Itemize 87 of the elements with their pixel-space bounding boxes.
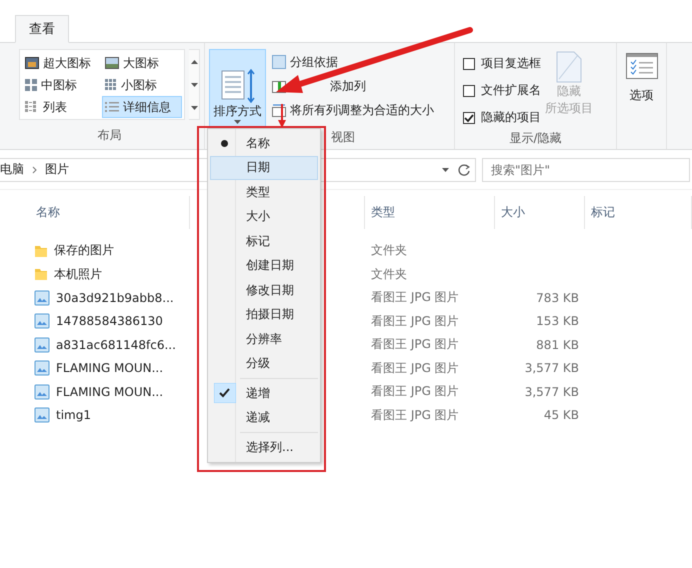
document-icon	[556, 51, 582, 83]
menu-item[interactable]: 递减	[210, 406, 318, 430]
menu-item[interactable]: 修改日期	[210, 278, 318, 302]
folder-icon	[34, 267, 48, 282]
menu-item[interactable]: 创建日期	[210, 254, 318, 278]
type-cell-text: 看图王 JPG 图片	[370, 289, 460, 306]
type-cell-text: 看图王 JPG 图片	[370, 406, 460, 424]
checkbox[interactable]	[463, 112, 475, 124]
caret-icon	[234, 120, 241, 124]
menu-item[interactable]: 日期	[210, 156, 318, 180]
size-cell-text: 3,577 KB	[524, 384, 580, 399]
file-name[interactable]: 14788584386130	[30, 313, 190, 330]
image-file-icon	[34, 360, 50, 376]
group-label: 布局	[96, 127, 122, 144]
image-file-icon	[34, 384, 50, 400]
size-cell-text: 783 KB	[535, 290, 580, 305]
scroll-down-icon	[190, 82, 198, 86]
type-cell-text: 看图王 JPG 图片	[370, 360, 460, 377]
dropdown-icon	[442, 168, 449, 172]
checkbox[interactable]	[463, 58, 475, 70]
expand-icon	[190, 106, 198, 110]
image-file-icon	[34, 313, 50, 330]
type-cell-text: 文件夹	[370, 266, 408, 283]
file-name[interactable]: FLAMING MOUN...	[30, 384, 190, 400]
menu-item[interactable]: 大小	[210, 204, 318, 229]
image-file-icon	[34, 290, 50, 306]
layout-option[interactable]: 中图标	[22, 74, 102, 96]
group-icon	[272, 55, 286, 69]
refresh-icon[interactable]	[457, 162, 471, 176]
checkbox[interactable]	[463, 84, 475, 96]
column-header[interactable]: 类型	[365, 196, 495, 229]
small-grid-icon	[105, 79, 117, 91]
column-header[interactable]: 名称	[30, 196, 190, 229]
file-name[interactable]: FLAMING MOUN...	[30, 360, 190, 376]
scroll-up-icon	[190, 60, 198, 64]
checkbox-label: 项目复选框	[481, 55, 541, 72]
view-option[interactable]: 将所有列调整为合适的大小	[272, 99, 434, 121]
menu-item[interactable]: 类型	[210, 180, 318, 204]
menu-item[interactable]: 标记	[210, 229, 318, 254]
layout-option[interactable]: 小图标	[102, 74, 182, 96]
layout-option[interactable]: 详细信息	[102, 96, 182, 118]
column-header[interactable]: 大小	[495, 196, 585, 229]
size-cell-text: 881 KB	[535, 338, 580, 352]
folder-icon	[34, 244, 48, 258]
checkbox-label: 文件扩展名	[481, 82, 541, 99]
layout-option[interactable]: 超大图标	[22, 52, 102, 74]
type-cell-text: 看图王 JPG 图片	[370, 336, 460, 354]
layout-option[interactable]: 列表	[22, 96, 102, 118]
down-arrow	[278, 104, 286, 128]
size-cell-text: 153 KB	[535, 314, 580, 328]
details-icon	[105, 101, 119, 113]
landscape-icon	[105, 57, 119, 69]
gallery-scroll[interactable]	[189, 49, 200, 120]
file-name[interactable]: timg1	[30, 407, 190, 424]
size-cell-text: 3,577 KB	[524, 361, 580, 376]
list-icon	[25, 101, 39, 113]
sort-button[interactable]: 排序方式	[209, 49, 266, 129]
menu-item[interactable]: 名称	[210, 131, 318, 156]
file-name[interactable]: 30a3d921b9abb8...	[30, 290, 190, 306]
chevron-icon	[32, 166, 37, 174]
type-cell-text: 文件夹	[370, 242, 408, 260]
group-label: 视图	[331, 129, 355, 146]
image-file-icon	[34, 407, 50, 424]
group-label: 显示/隐藏	[508, 130, 563, 147]
menu-item[interactable]: 选择列...	[210, 435, 318, 460]
file-name[interactable]: a831ac681148fc6...	[30, 336, 190, 353]
size-cell-text: 45 KB	[542, 408, 580, 422]
sort-icon	[220, 69, 256, 103]
checkbox-label: 隐藏的项目	[481, 109, 541, 126]
photo-icon	[25, 57, 39, 69]
view-option[interactable]: 分组依据	[272, 51, 434, 73]
menu-item[interactable]: 分辨率	[210, 327, 318, 352]
menu-item[interactable]: 递增	[210, 381, 318, 406]
column-header[interactable]: 标记	[585, 196, 692, 229]
search-field[interactable]: 搜索"图片"	[482, 158, 690, 182]
options-button[interactable]: 选项	[617, 49, 666, 108]
options-icon	[626, 53, 658, 79]
type-cell-text: 看图王 JPG 图片	[370, 383, 460, 400]
file-name[interactable]: 本机照片	[30, 266, 190, 283]
menu-item[interactable]: 分级	[210, 352, 318, 376]
file-name[interactable]: 保存的图片	[30, 242, 190, 260]
type-cell-text: 看图王 JPG 图片	[370, 312, 460, 330]
grid-icon	[25, 79, 37, 91]
menu-item[interactable]: 拍摄日期	[210, 302, 318, 327]
ribbon-tab[interactable]: 查看	[15, 15, 69, 43]
layout-option[interactable]: 大图标	[102, 52, 182, 74]
image-file-icon	[34, 336, 50, 353]
